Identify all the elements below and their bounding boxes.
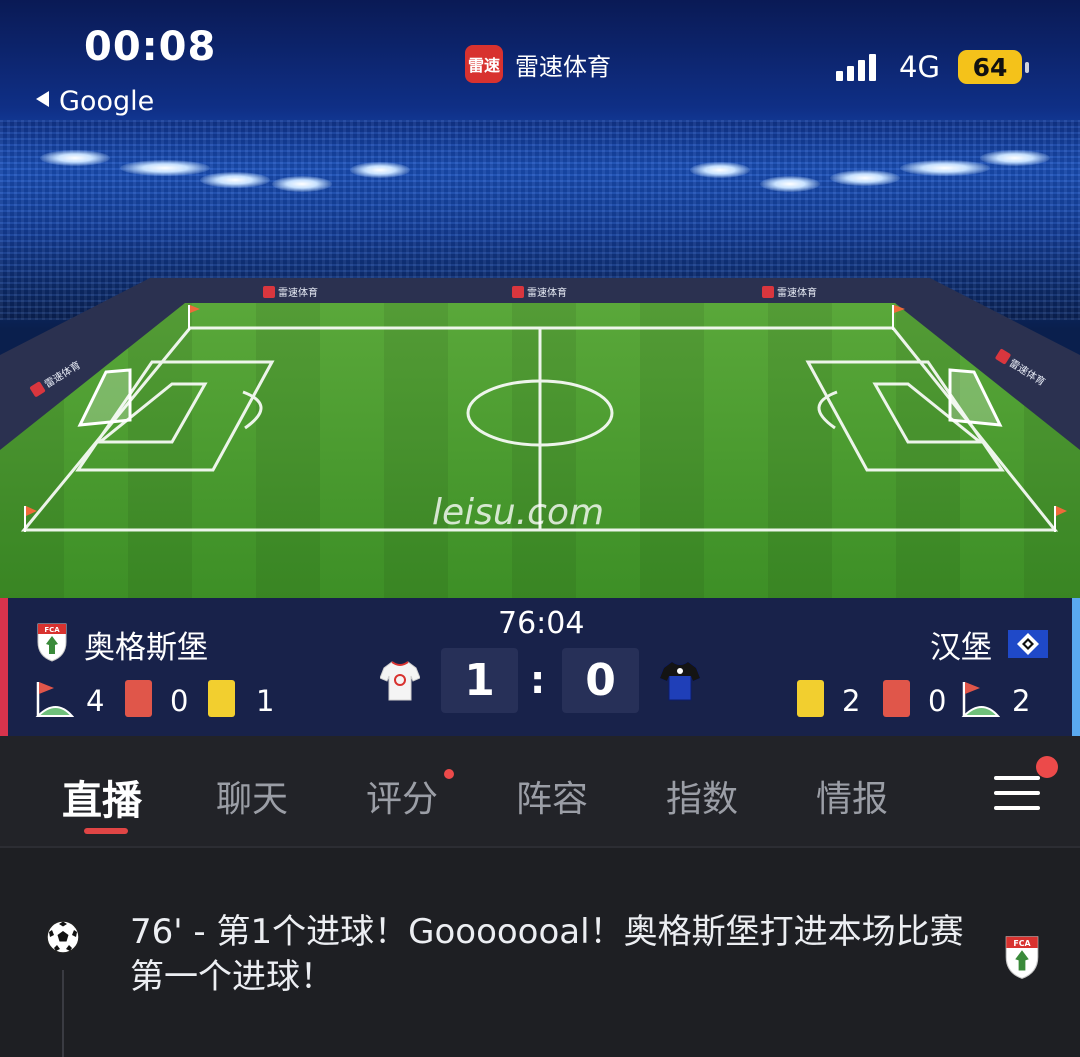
match-clock: 76:04 xyxy=(498,606,585,641)
tab-odds[interactable]: 指数 xyxy=(666,770,738,822)
rating-badge-dot xyxy=(444,769,454,779)
away-jersey-icon xyxy=(660,661,700,701)
app-name: 雷速体育 xyxy=(515,52,611,81)
battery-tip xyxy=(1025,62,1029,73)
signal-strength-icon xyxy=(836,54,876,81)
away-red-cards: 0 xyxy=(928,684,947,718)
away-yellow-cards: 2 xyxy=(842,684,861,718)
hoarding-ad: 雷速体育 xyxy=(512,284,567,299)
red-card-icon xyxy=(883,680,910,717)
network-type: 4G xyxy=(899,50,940,84)
tab-lineup[interactable]: 阵容 xyxy=(516,770,588,822)
soccer-ball-icon xyxy=(46,920,80,954)
menu-badge-dot xyxy=(1036,756,1058,778)
home-corners: 4 xyxy=(86,684,105,718)
red-card-icon xyxy=(125,680,152,717)
away-team-crest-icon xyxy=(1008,630,1048,658)
hoarding-ad: 雷速体育 xyxy=(263,284,318,299)
event-text: 76' - 第1个进球！Gooooooal！奥格斯堡打进本场比赛第一个进球！ xyxy=(130,912,964,997)
svg-text:FCA: FCA xyxy=(1013,939,1031,948)
away-team-color-bar xyxy=(1072,598,1080,736)
yellow-card-icon xyxy=(797,680,824,717)
app-logo-icon: 雷速 xyxy=(465,45,503,83)
score-panel: FCA 奥格斯堡 4 0 1 76:04 1 : 0 汉堡 2 0 2 xyxy=(0,598,1080,736)
app-brand: 雷速 雷速体育 xyxy=(465,45,611,83)
battery-icon: 64 xyxy=(958,50,1022,84)
back-to-google-button[interactable]: Google xyxy=(36,86,154,117)
home-yellow-cards: 1 xyxy=(256,684,275,718)
corner-kick-icon xyxy=(961,682,1000,717)
home-team-color-bar xyxy=(0,598,8,736)
watermark: leisu.com xyxy=(432,492,605,533)
back-label: Google xyxy=(59,86,155,117)
corner-kick-icon xyxy=(35,682,74,717)
away-corners: 2 xyxy=(1012,684,1031,718)
home-team-crest-icon: FCA xyxy=(1005,936,1039,979)
score-separator: : xyxy=(530,658,546,702)
tab-live[interactable]: 直播 xyxy=(62,768,142,826)
away-team-name[interactable]: 汉堡 xyxy=(930,622,992,667)
timeline-line xyxy=(62,970,64,1057)
menu-icon[interactable] xyxy=(994,776,1040,810)
home-team-crest-icon: FCA xyxy=(37,623,67,662)
tab-intel[interactable]: 情报 xyxy=(816,770,888,822)
active-tab-indicator xyxy=(84,828,128,834)
home-red-cards: 0 xyxy=(170,684,189,718)
back-arrow-icon xyxy=(36,91,49,107)
home-team-name[interactable]: 奥格斯堡 xyxy=(84,622,208,667)
live-event-feed: 76' - 第1个进球！Gooooooal！奥格斯堡打进本场比赛第一个进球！ F… xyxy=(0,848,1080,1057)
match-tabs: 直播 聊天 评分 阵容 指数 情报 xyxy=(0,736,1080,846)
svg-text:FCA: FCA xyxy=(44,626,60,634)
stadium-animation: 雷速体育 雷速体育 雷速体育 雷速体育 雷速体育 leisu.com 00:08… xyxy=(0,0,1080,598)
yellow-card-icon xyxy=(208,680,235,717)
tab-rating[interactable]: 评分 xyxy=(366,770,438,822)
status-time: 00:08 xyxy=(84,24,217,70)
home-score: 1 xyxy=(441,648,518,713)
tab-chat[interactable]: 聊天 xyxy=(216,770,288,822)
hoarding-ad: 雷速体育 xyxy=(762,284,817,299)
away-score: 0 xyxy=(562,648,639,713)
home-jersey-icon xyxy=(380,661,420,701)
